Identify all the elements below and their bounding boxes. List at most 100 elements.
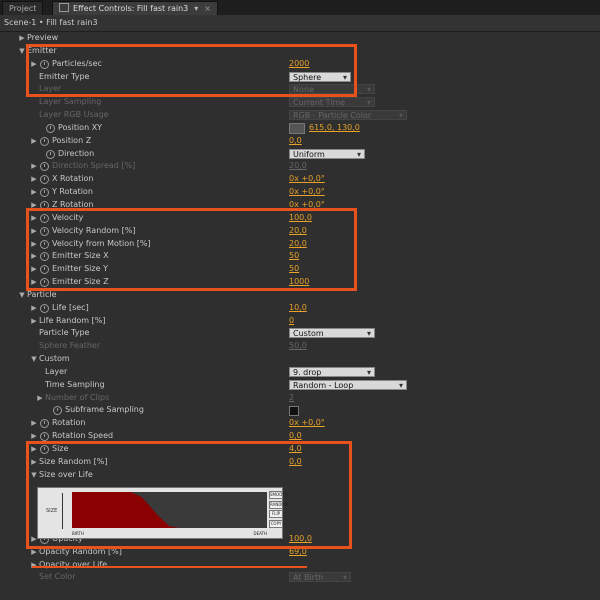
expand-triangle-closed-icon[interactable]: ▶ bbox=[30, 225, 38, 238]
stopwatch-icon[interactable] bbox=[40, 432, 49, 442]
expand-triangle-open-icon[interactable]: ▼ bbox=[30, 469, 38, 482]
property-row[interactable]: Set Color At Birth bbox=[0, 571, 600, 584]
property-row[interactable]: Direction Uniform bbox=[0, 148, 600, 161]
curve-button-flip[interactable]: FLIP bbox=[269, 510, 283, 518]
property-row[interactable]: ▶ Life [sec] 10,0 bbox=[0, 302, 600, 315]
property-row[interactable]: ▼ Custom bbox=[0, 353, 600, 366]
property-row[interactable]: ▶ Y Rotation 0x +0,0° bbox=[0, 186, 600, 199]
expand-triangle-closed-icon[interactable]: ▶ bbox=[30, 456, 38, 469]
property-row[interactable]: Layer None bbox=[0, 83, 600, 96]
property-value[interactable]: 0,0 bbox=[289, 135, 302, 148]
property-row[interactable]: Layer RGB Usage RGB - Particle Color bbox=[0, 109, 600, 122]
expand-triangle-closed-icon[interactable]: ▶ bbox=[30, 238, 38, 251]
property-value[interactable]: 0x +0,0° bbox=[289, 417, 325, 430]
crosshair-icon[interactable] bbox=[289, 122, 305, 134]
expand-triangle-closed-icon[interactable]: ▶ bbox=[30, 173, 38, 186]
property-row[interactable]: ▶ Size 4,0 bbox=[0, 443, 600, 456]
stopwatch-icon[interactable] bbox=[40, 213, 49, 223]
subframe-checkbox[interactable] bbox=[289, 406, 299, 417]
property-row[interactable]: ▼ Particle bbox=[0, 289, 600, 302]
property-value[interactable]: 615,0, 130,0 bbox=[309, 122, 360, 135]
property-value[interactable]: 20,0 bbox=[289, 160, 307, 173]
property-dropdown[interactable]: Uniform bbox=[289, 148, 365, 160]
expand-triangle-closed-icon[interactable]: ▶ bbox=[18, 32, 26, 45]
property-row[interactable]: Layer 9. drop bbox=[0, 366, 600, 379]
property-row[interactable]: ▶ Opacity Random [%] 69,0 bbox=[0, 546, 600, 559]
property-value[interactable]: 0,0 bbox=[289, 456, 302, 469]
stopwatch-icon[interactable] bbox=[40, 226, 49, 236]
property-row[interactable]: Emitter Type Sphere bbox=[0, 71, 600, 84]
property-row[interactable]: Position XY 615,0, 130,0 bbox=[0, 122, 600, 135]
property-value[interactable]: 50 bbox=[289, 250, 299, 263]
lock-icon[interactable] bbox=[59, 3, 69, 12]
curve-button-copy[interactable]: COPY bbox=[269, 519, 283, 528]
property-row[interactable]: ▶ Particles/sec 2000 bbox=[0, 58, 600, 71]
property-dropdown[interactable]: 9. drop bbox=[289, 366, 375, 378]
property-value[interactable]: 20,0 bbox=[289, 225, 307, 238]
stopwatch-icon[interactable] bbox=[40, 162, 49, 172]
property-value[interactable]: 0,0 bbox=[289, 430, 302, 443]
property-dropdown[interactable]: Custom bbox=[289, 328, 375, 339]
curve-button-random[interactable]: RANDOM bbox=[269, 500, 288, 509]
expand-triangle-closed-icon[interactable]: ▶ bbox=[30, 250, 38, 263]
stopwatch-icon[interactable] bbox=[40, 265, 49, 275]
property-row[interactable]: Subframe Sampling bbox=[0, 404, 600, 417]
property-row[interactable]: Layer Sampling Current Time bbox=[0, 96, 600, 109]
expand-triangle-closed-icon[interactable]: ▶ bbox=[30, 160, 38, 173]
stopwatch-icon[interactable] bbox=[40, 303, 49, 313]
property-value[interactable]: 69,0 bbox=[289, 546, 307, 559]
tab-project[interactable]: Project bbox=[2, 1, 44, 15]
property-row[interactable]: Time Sampling Random - Loop bbox=[0, 379, 600, 392]
property-value[interactable]: 0x +0,0° bbox=[289, 173, 325, 186]
stopwatch-icon[interactable] bbox=[40, 239, 49, 249]
stopwatch-icon[interactable] bbox=[40, 188, 49, 198]
property-row[interactable]: ▶ Emitter Size X 50 bbox=[0, 250, 600, 263]
stopwatch-icon[interactable] bbox=[40, 136, 49, 146]
stopwatch-icon[interactable] bbox=[40, 175, 49, 185]
expand-triangle-open-icon[interactable]: ▼ bbox=[30, 353, 38, 366]
property-value[interactable]: 4,0 bbox=[289, 443, 302, 456]
property-row[interactable]: ▶ X Rotation 0x +0,0° bbox=[0, 173, 600, 186]
property-row[interactable]: ▶ Preview bbox=[0, 32, 600, 45]
property-row[interactable]: ▶ Velocity 100,0 bbox=[0, 212, 600, 225]
property-value[interactable]: 2 bbox=[289, 392, 294, 405]
stopwatch-icon[interactable] bbox=[46, 149, 55, 159]
stopwatch-icon[interactable] bbox=[40, 445, 49, 454]
stopwatch-icon[interactable] bbox=[46, 123, 55, 133]
stopwatch-icon[interactable] bbox=[53, 406, 62, 416]
property-row[interactable]: ▶ Velocity from Motion [%] 20,0 bbox=[0, 238, 600, 251]
expand-triangle-closed-icon[interactable]: ▶ bbox=[30, 276, 38, 289]
property-value[interactable]: 50,0 bbox=[289, 340, 307, 353]
stopwatch-icon[interactable] bbox=[40, 419, 49, 429]
property-value[interactable]: 100,0 bbox=[289, 533, 312, 546]
property-row[interactable]: ▶ Velocity Random [%] 20,0 bbox=[0, 225, 600, 238]
chevron-down-icon[interactable]: ▾ bbox=[194, 2, 198, 15]
expand-triangle-open-icon[interactable]: ▼ bbox=[18, 289, 26, 302]
property-row[interactable]: ▶ Emitter Size Z 1000 bbox=[0, 276, 600, 289]
expand-triangle-closed-icon[interactable]: ▶ bbox=[30, 546, 38, 559]
expand-triangle-closed-icon[interactable]: ▶ bbox=[30, 212, 38, 225]
property-row[interactable]: ▶ Z Rotation 0x +0,0° bbox=[0, 199, 600, 212]
expand-triangle-closed-icon[interactable]: ▶ bbox=[30, 417, 38, 430]
stopwatch-icon[interactable] bbox=[40, 200, 49, 210]
property-value[interactable]: 1000 bbox=[289, 276, 309, 289]
property-row[interactable]: ▶ Number of Clips 2 bbox=[0, 392, 600, 405]
expand-triangle-closed-icon[interactable]: ▶ bbox=[30, 186, 38, 199]
property-row[interactable]: ▶ Rotation 0x +0,0° bbox=[0, 417, 600, 430]
property-row[interactable]: ▶ Life Random [%] 0 bbox=[0, 315, 600, 328]
property-value[interactable]: 10,0 bbox=[289, 302, 307, 315]
property-dropdown[interactable]: Sphere bbox=[289, 71, 351, 83]
tab-effect-controls[interactable]: Effect Controls: Fill fast rain3 ▾ × bbox=[52, 1, 218, 15]
property-row[interactable]: ▼ Size over Life bbox=[0, 469, 600, 482]
property-row[interactable]: ▶ Position Z 0,0 bbox=[0, 135, 600, 148]
property-value[interactable]: 0 bbox=[289, 315, 294, 328]
property-value[interactable]: 100,0 bbox=[289, 212, 312, 225]
curve-button-smooth[interactable]: SMOOTH bbox=[269, 491, 288, 499]
stopwatch-icon[interactable] bbox=[40, 278, 49, 288]
expand-triangle-closed-icon[interactable]: ▶ bbox=[30, 302, 38, 315]
property-row[interactable]: ▼ Emitter bbox=[0, 45, 600, 58]
property-row[interactable]: Particle Type Custom bbox=[0, 327, 600, 340]
size-curve-plot[interactable] bbox=[72, 492, 267, 528]
property-value[interactable]: 2000 bbox=[289, 58, 309, 71]
expand-triangle-closed-icon[interactable]: ▶ bbox=[36, 392, 44, 405]
